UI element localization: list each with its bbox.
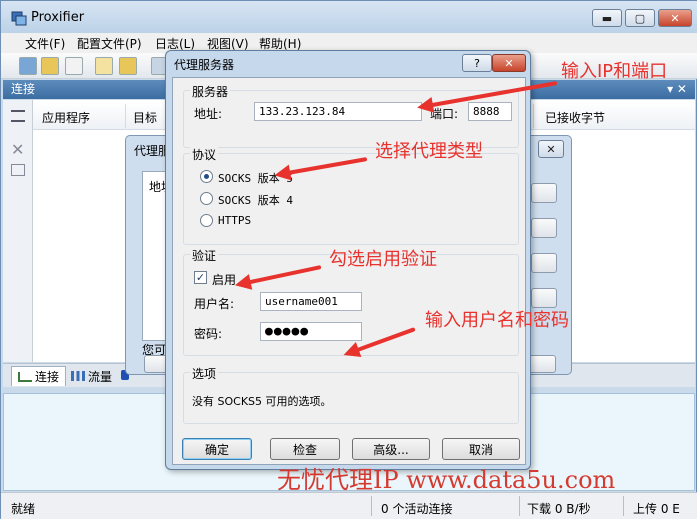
bg-check-button[interactable] bbox=[531, 288, 557, 308]
options-group: 选项 没有 SOCKS5 可用的选项。 bbox=[183, 365, 519, 424]
title-bar: Proxifier ▬ ▢ ✕ bbox=[1, 1, 697, 33]
bg-edit-button[interactable] bbox=[531, 218, 557, 238]
radio-socks5[interactable] bbox=[200, 170, 213, 183]
pane-controls[interactable]: ▾ ✕ bbox=[667, 80, 687, 99]
status-bar: 就绪 0 个活动连接 下载 0 B/秒 上传 0 E bbox=[1, 492, 697, 519]
tab-connections[interactable]: 连接 bbox=[11, 366, 67, 386]
traffic-tab-icon bbox=[71, 371, 85, 381]
menu-file[interactable]: 文件(F) bbox=[25, 35, 65, 52]
annotation-credentials: 输入用户名和密码 bbox=[425, 310, 569, 331]
port-label: 端口: bbox=[430, 107, 459, 121]
dialog-body: 服务器 地址: 133.23.123.84 端口: 8888 协议 SOCKS … bbox=[172, 77, 526, 465]
menu-profile[interactable]: 配置文件(P) bbox=[77, 35, 142, 52]
address-label: 地址: bbox=[194, 107, 223, 121]
watermark: 无忧代理IP www.data5u.com bbox=[277, 466, 616, 494]
status-upload: 上传 0 E bbox=[633, 502, 680, 516]
options-text: 没有 SOCKS5 可用的选项。 bbox=[192, 395, 332, 408]
ok-button[interactable]: 确定 bbox=[182, 438, 252, 460]
app-icon bbox=[11, 10, 27, 26]
close-connection-icon[interactable]: ✕ bbox=[11, 140, 24, 159]
tab-traffic-label: 流量 bbox=[88, 369, 113, 384]
annotation-auth-check: 勾选启用验证 bbox=[329, 249, 437, 270]
column-separator bbox=[533, 104, 534, 128]
bg-dialog-close-button[interactable]: ✕ bbox=[538, 140, 564, 158]
protocol-group-title: 协议 bbox=[190, 146, 219, 163]
enable-auth-checkbox[interactable]: ✓ bbox=[194, 271, 207, 284]
status-separator bbox=[519, 496, 520, 516]
new-profile-icon[interactable] bbox=[95, 57, 113, 75]
status-active-connections: 0 个活动连接 bbox=[381, 502, 453, 516]
check-button[interactable]: 检查 bbox=[270, 438, 340, 460]
dialog-close-button[interactable]: ✕ bbox=[492, 54, 526, 72]
tab-connections-label: 连接 bbox=[35, 370, 60, 384]
maximize-button[interactable]: ▢ bbox=[625, 9, 655, 27]
minimize-button[interactable]: ▬ bbox=[592, 9, 622, 27]
enable-auth-label: 启用 bbox=[212, 273, 237, 287]
status-download: 下载 0 B/秒 bbox=[527, 502, 591, 516]
column-received[interactable]: 已接收字节 bbox=[545, 109, 605, 126]
column-separator bbox=[125, 104, 126, 128]
server-group-title: 服务器 bbox=[190, 83, 231, 100]
name-resolution-icon[interactable] bbox=[65, 57, 83, 75]
radio-https-label: HTTPS bbox=[218, 214, 252, 227]
dialog-title: 代理服务器 bbox=[174, 58, 235, 72]
status-separator bbox=[371, 496, 372, 516]
connections-tab-icon bbox=[18, 371, 32, 382]
column-application[interactable]: 应用程序 bbox=[42, 109, 90, 126]
cancel-button[interactable]: 取消 bbox=[442, 438, 520, 460]
radio-socks4-label: SOCKS 版本 4 bbox=[218, 194, 293, 207]
address-input[interactable]: 133.23.123.84 bbox=[254, 102, 422, 121]
status-ready: 就绪 bbox=[11, 502, 36, 516]
port-input[interactable]: 8888 bbox=[468, 102, 512, 121]
annotation-ip-port: 输入IP和端口 bbox=[561, 61, 668, 82]
protocol-group: 协议 SOCKS 版本 5 SOCKS 版本 4 HTTPS bbox=[183, 146, 519, 245]
status-separator bbox=[623, 496, 624, 516]
radio-https[interactable] bbox=[200, 214, 213, 227]
column-target[interactable]: 目标 bbox=[133, 109, 157, 126]
side-toolbar: ✕ bbox=[3, 100, 33, 362]
open-profile-icon[interactable] bbox=[119, 57, 137, 75]
connections-header-label: 连接 bbox=[11, 82, 36, 96]
close-button[interactable]: ✕ bbox=[658, 9, 692, 27]
auth-group-title: 验证 bbox=[190, 247, 219, 264]
options-group-title: 选项 bbox=[190, 365, 219, 382]
bg-add-button[interactable] bbox=[531, 183, 557, 203]
advanced-button[interactable]: 高级... bbox=[352, 438, 430, 460]
username-input[interactable]: username001 bbox=[260, 292, 362, 311]
list-view-icon[interactable] bbox=[11, 110, 25, 122]
app-title: Proxifier bbox=[31, 10, 85, 25]
proxifier-window: Proxifier ▬ ▢ ✕ 文件(F) 配置文件(P) 日志(L) 视图(V… bbox=[0, 0, 697, 519]
connections-icon[interactable] bbox=[19, 57, 37, 75]
password-label: 密码: bbox=[194, 327, 223, 341]
radio-socks4[interactable] bbox=[200, 192, 213, 205]
details-icon[interactable] bbox=[11, 164, 25, 176]
dialog-help-button[interactable]: ? bbox=[462, 54, 492, 72]
username-label: 用户名: bbox=[194, 297, 235, 311]
proxy-servers-icon[interactable] bbox=[41, 57, 59, 75]
tab-traffic[interactable]: 流量 bbox=[65, 366, 118, 386]
password-input[interactable]: ●●●●● bbox=[260, 322, 362, 341]
annotation-proxy-type: 选择代理类型 bbox=[375, 141, 483, 162]
bg-remove-button[interactable] bbox=[531, 253, 557, 273]
